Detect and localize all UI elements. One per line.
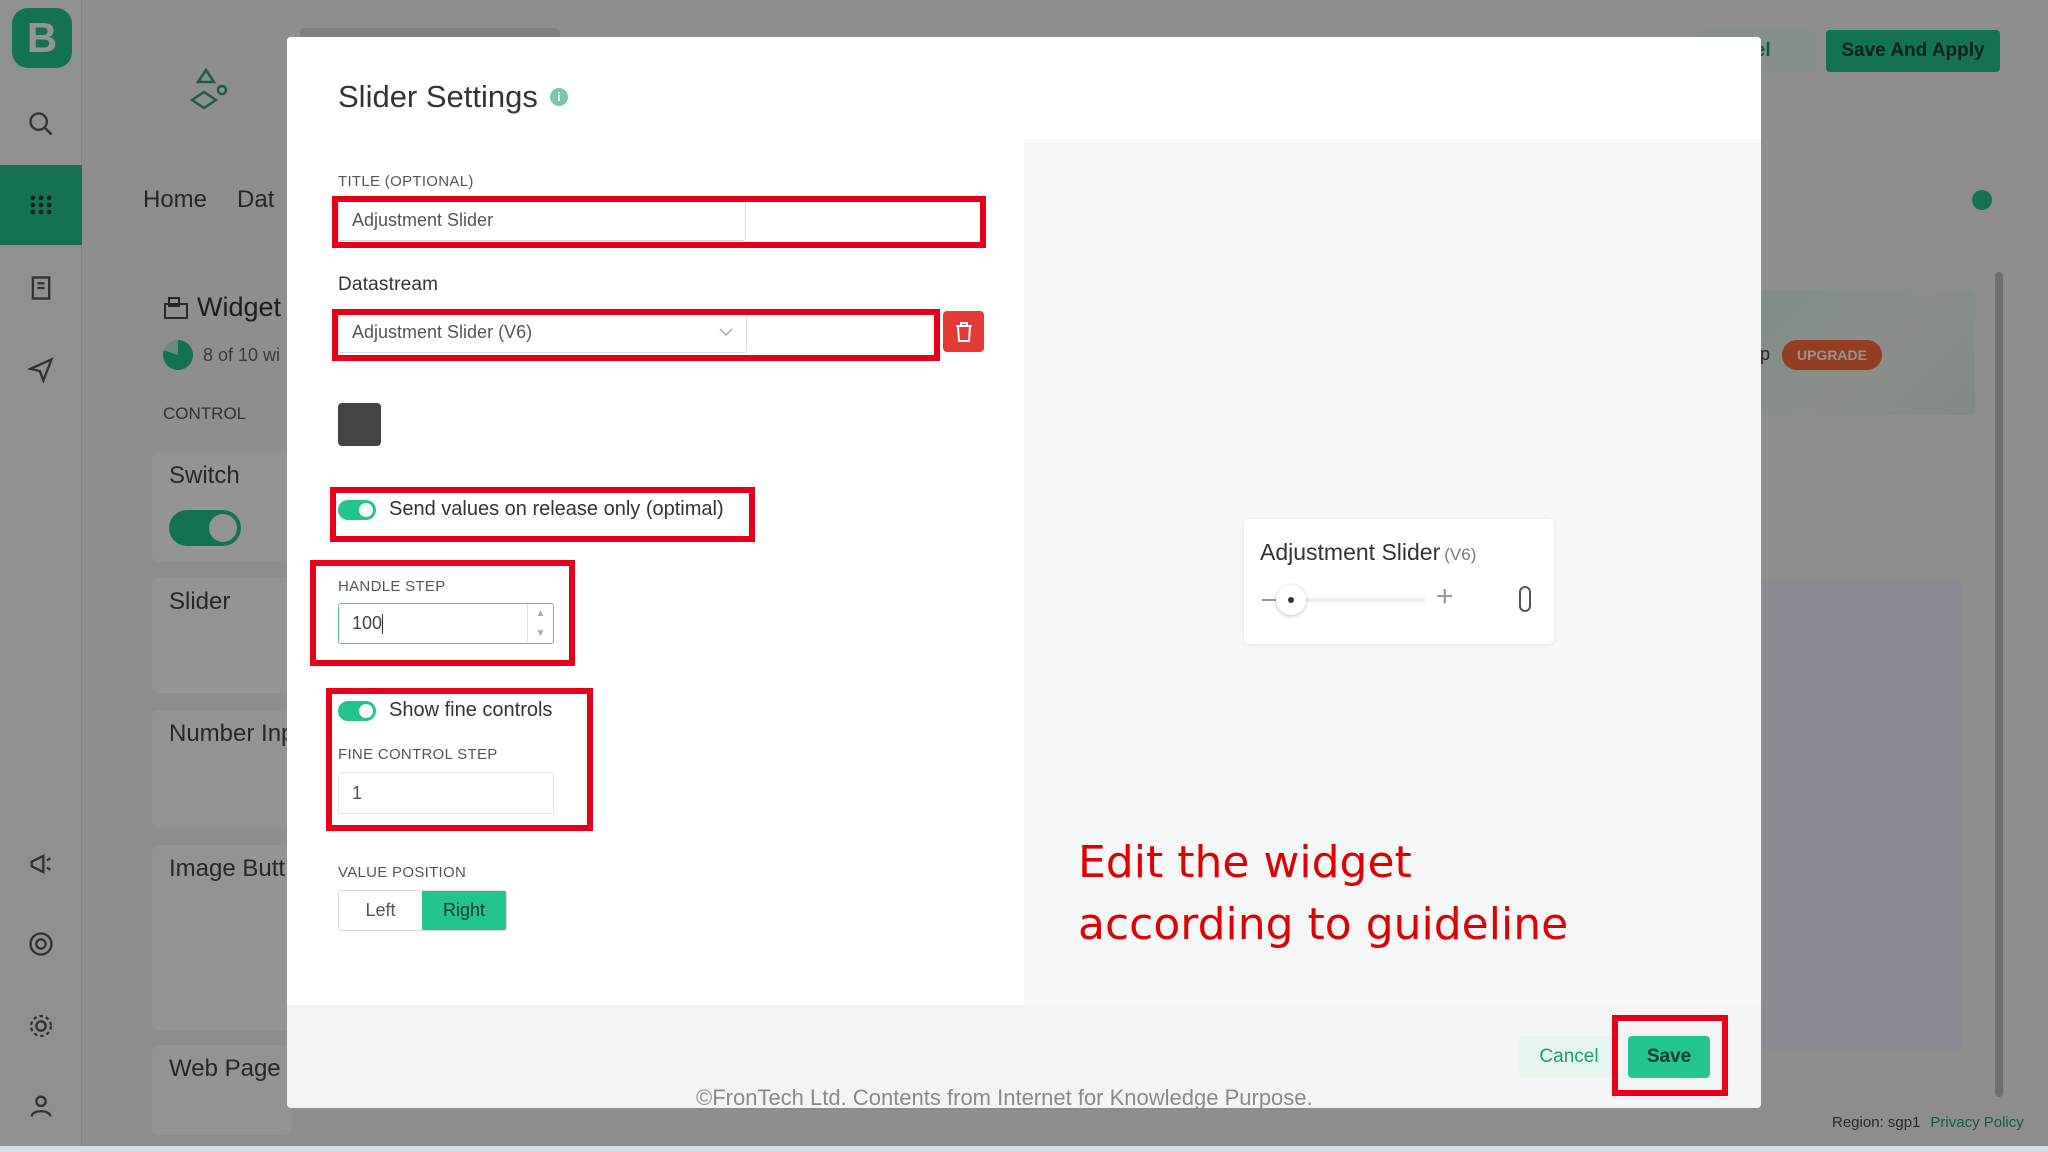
watermark-text: ©FronTech Ltd. Contents from Internet fo… [696, 1085, 1313, 1110]
value-position-right[interactable]: Right [422, 891, 506, 930]
title-field-label: TITLE (OPTIONAL) [338, 173, 474, 190]
slider-track[interactable] [1286, 598, 1426, 602]
highlight-send-on-release [330, 487, 755, 542]
value-position-selector[interactable]: Left Right [338, 890, 507, 931]
preview-title-text: Adjustment Slider [1260, 539, 1441, 565]
value-position-left[interactable]: Left [339, 891, 422, 930]
highlight-save-button [1612, 1015, 1728, 1096]
slider-preview-card: Adjustment Slider (V6) + [1244, 519, 1554, 644]
preview-pin: (V6) [1444, 545, 1477, 564]
delete-datastream-button[interactable] [943, 311, 984, 352]
value-position-label: VALUE POSITION [338, 864, 467, 881]
highlight-handle-step [310, 560, 575, 666]
datastream-label: Datastream [338, 274, 439, 295]
highlight-title-field [332, 196, 986, 248]
annotation-line-2: according to guideline [1078, 899, 1569, 950]
modal-title-text: Slider Settings [338, 79, 538, 114]
plus-icon[interactable]: + [1436, 582, 1454, 612]
slider-handle[interactable] [1276, 585, 1306, 615]
info-icon[interactable]: i [549, 88, 568, 106]
trash-icon [955, 321, 972, 342]
highlight-fine-controls [326, 688, 593, 831]
value-indicator [1519, 586, 1531, 612]
modal-header: Slider Settings i [287, 37, 1761, 139]
annotation-line-1: Edit the widget [1078, 837, 1412, 888]
cancel-button[interactable]: Cancel [1519, 1036, 1619, 1078]
color-picker[interactable] [338, 403, 381, 446]
highlight-datastream [332, 309, 940, 361]
annotation-text: Edit the widget according to guideline [1078, 832, 1568, 956]
bottom-strip [0, 1146, 2048, 1152]
preview-title: Adjustment Slider (V6) [1260, 539, 1476, 566]
modal-title: Slider Settings i [338, 79, 568, 115]
